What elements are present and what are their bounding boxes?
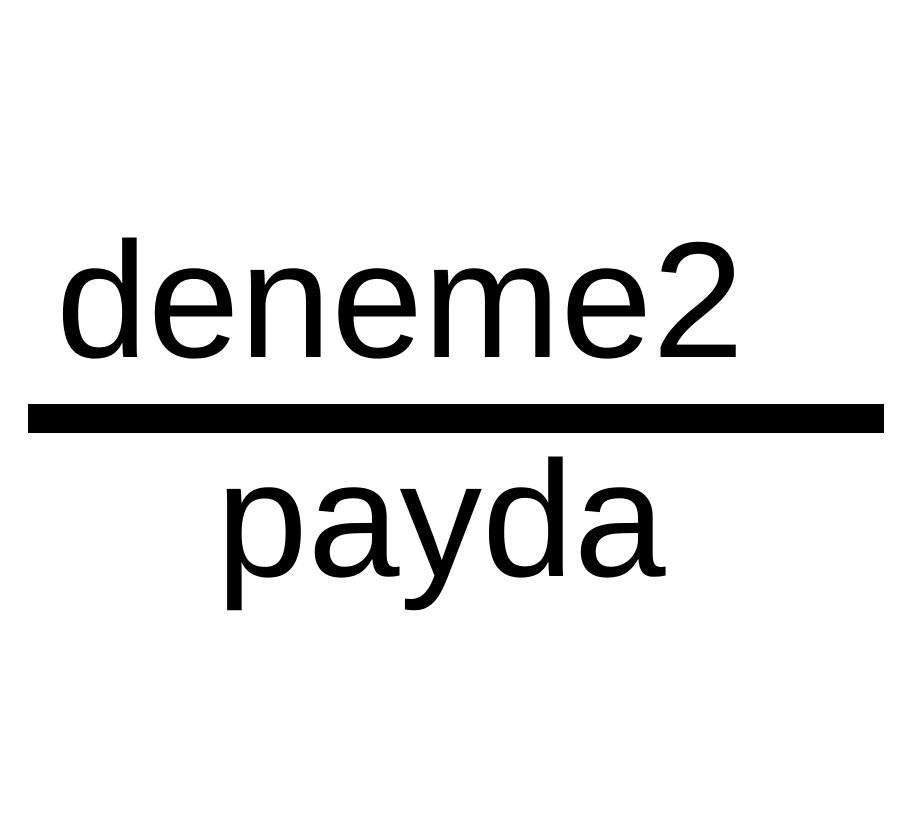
- denominator-text: payda: [216, 427, 666, 611]
- numerator-text: deneme2: [56, 208, 745, 392]
- fraction: deneme2 payda: [0, 0, 908, 813]
